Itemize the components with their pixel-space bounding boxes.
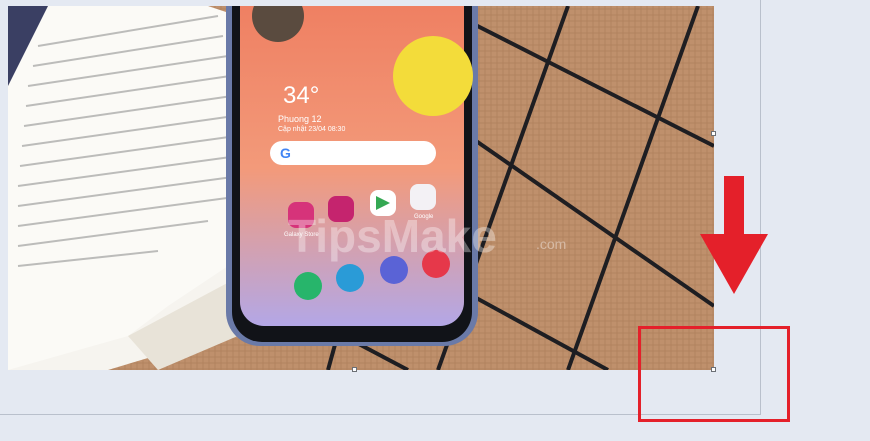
- resize-handle-bottom-middle[interactable]: [352, 367, 357, 372]
- down-arrow-icon: [700, 176, 768, 294]
- watermark-suffix: .com: [536, 236, 567, 252]
- resize-handle-top-right[interactable]: [711, 131, 716, 136]
- document-canvas: G TipsMake 34° Phuong 12 Cập nhật 23/04 …: [0, 0, 870, 441]
- highlight-rectangle: [638, 326, 790, 422]
- watermark-graphic: TipsMake: [288, 210, 497, 262]
- svg-text:G: G: [280, 145, 291, 161]
- phone-date: Cập nhật 23/04 08:30: [278, 126, 346, 133]
- app-label-google: Google: [414, 214, 434, 220]
- smartphone: G: [226, 6, 478, 346]
- app-label-galaxy-store: Galaxy Store: [284, 232, 319, 238]
- photo-illustration: G TipsMake: [8, 6, 714, 370]
- phone-temperature: 34°: [283, 82, 320, 109]
- inserted-photo[interactable]: G TipsMake 34° Phuong 12 Cập nhật 23/04 …: [8, 6, 714, 370]
- phone-location: Phuong 12: [278, 114, 322, 124]
